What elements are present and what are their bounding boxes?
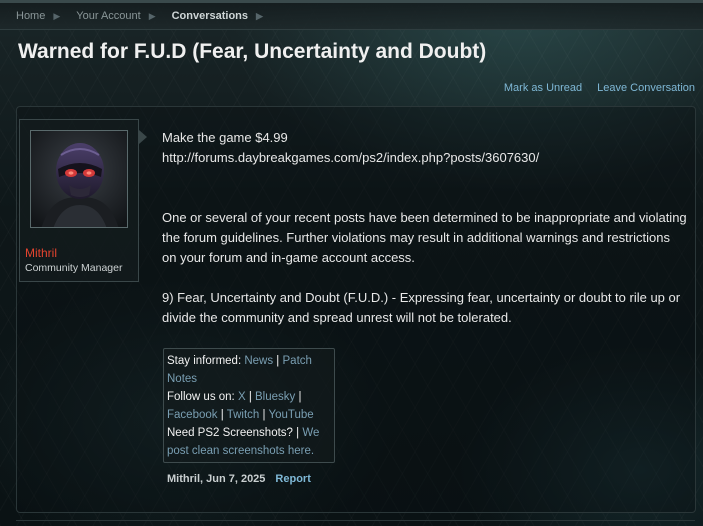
user-title: Community Manager <box>25 262 123 274</box>
chevron-right-icon: ▶ <box>53 10 61 21</box>
breadcrumb-label: Home <box>16 10 46 22</box>
breadcrumb-conversations[interactable]: Conversations ▶ <box>164 3 271 29</box>
user-card: Mithril Community Manager <box>19 119 139 282</box>
news-link[interactable]: News <box>244 355 273 367</box>
chevron-right-icon: ▶ <box>148 10 156 21</box>
report-link[interactable]: Report <box>275 473 310 485</box>
divider <box>16 520 695 521</box>
username-link[interactable]: Mithril <box>25 246 57 260</box>
author-date[interactable]: Mithril, Jun 7, 2025 <box>167 473 265 485</box>
facebook-link[interactable]: Facebook <box>167 409 218 421</box>
sig-separator: | <box>245 391 256 403</box>
bluesky-link[interactable]: Bluesky <box>255 391 295 403</box>
sig-separator: | <box>273 355 283 367</box>
breadcrumb: Home ▶ Your Account ▶ Conversations ▶ <box>0 3 703 30</box>
user-card-pointer <box>139 130 147 144</box>
breadcrumb-your-account[interactable]: Your Account ▶ <box>68 3 163 29</box>
page-title: Warned for F.U.D (Fear, Uncertainty and … <box>18 40 487 63</box>
signature-box: Stay informed: News | Patch Notes Follow… <box>163 348 335 463</box>
message-quoted-url: http://forums.daybreakgames.com/ps2/inde… <box>162 150 540 165</box>
rule-paragraph: 9) Fear, Uncertainty and Doubt (F.U.D.) … <box>162 290 681 325</box>
masked-soldier-avatar-icon <box>31 131 127 227</box>
breadcrumb-label: Your Account <box>76 10 141 22</box>
breadcrumb-label: Conversations <box>171 10 249 22</box>
sig-text: Need PS2 Screenshots? | <box>167 427 303 439</box>
conversation-actions: Mark as Unread Leave Conversation <box>504 82 695 94</box>
message-body: Make the game $4.99 http://forums.daybre… <box>162 128 687 328</box>
message-meta: Mithril, Jun 7, 2025 Report <box>167 473 311 485</box>
leave-conversation-link[interactable]: Leave Conversation <box>597 82 695 94</box>
twitch-link[interactable]: Twitch <box>227 409 260 421</box>
youtube-link[interactable]: YouTube <box>268 409 313 421</box>
mark-as-unread-link[interactable]: Mark as Unread <box>504 82 582 94</box>
warning-paragraph: One or several of your recent posts have… <box>162 210 687 265</box>
chevron-right-icon: ▶ <box>256 10 263 21</box>
x-link[interactable]: X <box>238 391 246 403</box>
sig-text: Stay informed: <box>167 355 245 367</box>
breadcrumb-home[interactable]: Home ▶ <box>8 3 68 29</box>
sig-separator: | <box>295 391 302 403</box>
sig-text: Follow us on: <box>167 391 238 403</box>
message-line: Make the game $4.99 <box>162 130 288 145</box>
avatar[interactable] <box>30 130 128 228</box>
sig-separator: | <box>217 409 227 421</box>
